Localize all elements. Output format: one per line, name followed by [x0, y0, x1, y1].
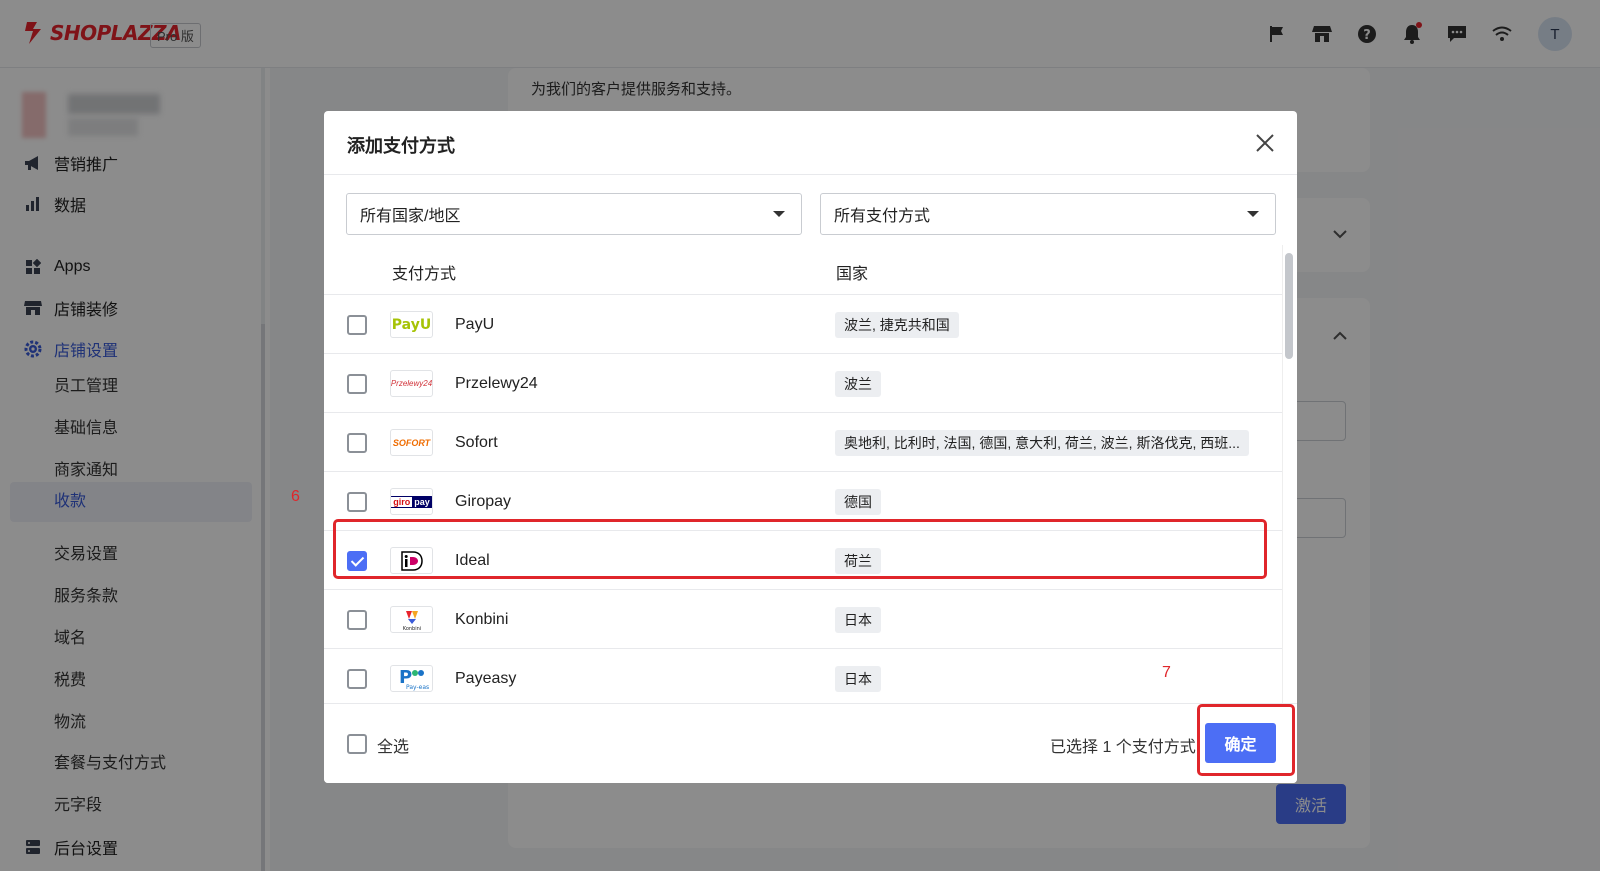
selected-count-text: 已选择 1 个支付方式	[1050, 739, 1196, 756]
column-header-method: 支付方式	[392, 266, 457, 283]
country-tag: 日本	[835, 666, 881, 692]
row-checkbox[interactable]	[347, 315, 367, 335]
column-header-country: 国家	[836, 266, 869, 283]
payment-method-name: Sofort	[455, 434, 498, 451]
country-tag: 波兰	[835, 371, 881, 397]
annotation-step-6: 6	[291, 488, 300, 505]
list-scrollbar-thumb[interactable]	[1285, 253, 1293, 359]
row-checkbox[interactable]	[347, 492, 367, 512]
row-checkbox[interactable]	[347, 433, 367, 453]
close-icon	[1256, 134, 1274, 152]
table-row[interactable]: Konbini Konbini 日本	[324, 590, 1282, 649]
payment-method-name: PayU	[455, 316, 495, 333]
add-payment-method-dialog: 添加支付方式 所有国家/地区 所有支付方式 支付方式 国家 PayU PayU …	[324, 111, 1297, 783]
caret-down-icon	[1247, 211, 1259, 217]
przelewy24-logo: Przelewy24	[390, 370, 433, 397]
payment-method-filter-value: 所有支付方式	[834, 208, 931, 225]
row-checkbox[interactable]	[347, 374, 367, 394]
payu-logo: PayU	[390, 311, 433, 338]
highlight-box-confirm	[1197, 704, 1295, 776]
payment-method-filter-select[interactable]: 所有支付方式	[820, 193, 1276, 235]
close-button[interactable]	[1253, 131, 1277, 155]
payment-method-name: Przelewy24	[455, 375, 538, 392]
country-tag: 波兰, 捷克共和国	[835, 312, 959, 338]
table-row[interactable]: PPay-easy Payeasy 日本	[324, 649, 1282, 703]
svg-text:Pay-easy: Pay-easy	[406, 684, 429, 691]
highlight-box-ideal-row	[333, 519, 1267, 579]
country-tag: 德国	[835, 489, 881, 515]
payment-method-list: PayU PayU 波兰, 捷克共和国 Przelewy24 Przelewy2…	[324, 284, 1282, 703]
country-tag: 奥地利, 比利时, 法国, 德国, 意大利, 荷兰, 波兰, 斯洛伐克, 西班.…	[835, 430, 1249, 456]
country-filter-value: 所有国家/地区	[360, 208, 461, 225]
annotation-step-7: 7	[1162, 664, 1171, 681]
row-checkbox[interactable]	[347, 610, 367, 630]
payment-method-name: Payeasy	[455, 670, 517, 687]
svg-text:Konbini: Konbini	[402, 626, 420, 631]
table-row[interactable]: Przelewy24 Przelewy24 波兰	[324, 354, 1282, 413]
country-tag: 日本	[835, 607, 881, 633]
row-checkbox[interactable]	[347, 669, 367, 689]
giropay-logo: giro pay	[390, 488, 433, 515]
table-row[interactable]: SOFORT Sofort 奥地利, 比利时, 法国, 德国, 意大利, 荷兰,…	[324, 413, 1282, 472]
country-filter-select[interactable]: 所有国家/地区	[346, 193, 802, 235]
select-all-label[interactable]: 全选	[377, 733, 409, 757]
sofort-logo: SOFORT	[390, 429, 433, 456]
dialog-footer: 全选 已选择 1 个支付方式 确定	[324, 703, 1297, 783]
payment-method-name: Konbini	[455, 611, 509, 628]
select-all-checkbox[interactable]	[347, 734, 367, 754]
payeasy-logo: PPay-easy	[390, 665, 433, 692]
dialog-header: 添加支付方式	[324, 111, 1297, 175]
caret-down-icon	[773, 211, 785, 217]
payment-method-name: Giropay	[455, 493, 512, 510]
table-row[interactable]: PayU PayU 波兰, 捷克共和国	[324, 295, 1282, 354]
konbini-logo: Konbini	[390, 606, 433, 633]
dialog-title: 添加支付方式	[347, 136, 455, 156]
